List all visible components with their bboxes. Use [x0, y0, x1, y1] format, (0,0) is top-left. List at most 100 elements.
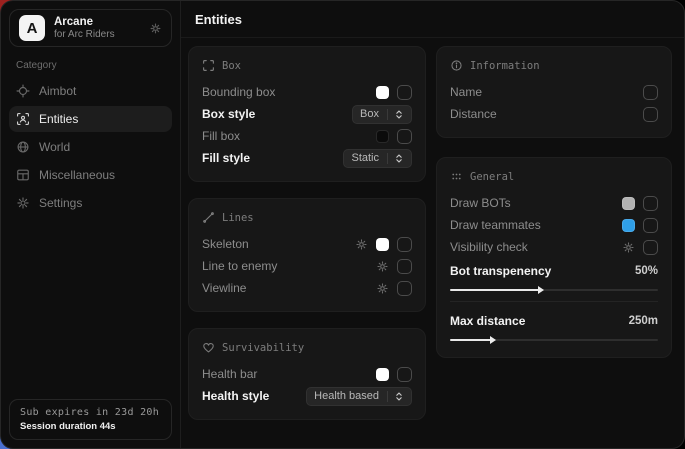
health-style-dropdown[interactable]: Health based [306, 387, 412, 406]
sub-expiry-text: Sub expires in 23d 20h [20, 407, 161, 418]
name-checkbox[interactable] [643, 85, 658, 100]
setting-label: Health bar [202, 367, 257, 381]
viewline-checkbox[interactable] [397, 281, 412, 296]
left-column: Box Bounding box Box style Box [188, 46, 426, 440]
fill-style-dropdown[interactable]: Static [343, 149, 412, 168]
setting-label: Bounding box [202, 85, 275, 99]
table-icon [16, 168, 30, 182]
sidebar-item-miscellaneous[interactable]: Miscellaneous [9, 162, 172, 188]
setting-row-skeleton: Skeleton [202, 233, 412, 255]
brand-card: A Arcane for Arc Riders [9, 9, 172, 47]
sidebar: A Arcane for Arc Riders Category [1, 1, 181, 448]
visibility-check-settings-gear-icon[interactable] [622, 241, 635, 254]
main-content: Box Bounding box Box style Box [181, 38, 684, 448]
setting-label: Viewline [202, 281, 246, 295]
setting-row-visibility-check: Visibility check [450, 236, 658, 258]
gear-icon [16, 196, 30, 210]
brand-settings-icon[interactable] [149, 22, 162, 35]
setting-row-draw-bots: Draw BOTs [450, 192, 658, 214]
page-title: Entities [195, 12, 242, 27]
setting-label: Draw teammates [450, 218, 541, 232]
slider-fill [450, 339, 494, 341]
setting-label: Health style [202, 389, 269, 403]
sidebar-item-entities[interactable]: Entities [9, 106, 172, 132]
sidebar-item-label: Aimbot [39, 84, 76, 98]
dropdown-value: Health based [314, 390, 379, 402]
distance-checkbox[interactable] [643, 107, 658, 122]
box-section-header: Box [202, 59, 412, 72]
fill-box-checkbox[interactable] [397, 129, 412, 144]
setting-label: Visibility check [450, 240, 528, 254]
slider-fill [450, 289, 542, 291]
color-swatch[interactable] [376, 86, 389, 99]
box-style-dropdown[interactable]: Box [352, 105, 412, 124]
color-swatch[interactable] [622, 219, 635, 232]
slider-label-row: Bot transpenency 50% [450, 260, 658, 282]
slider-value: 50% [635, 265, 658, 277]
bot-transparency-slider[interactable] [450, 289, 658, 291]
general-section-header: General [450, 170, 658, 183]
sidebar-item-aimbot[interactable]: Aimbot [9, 78, 172, 104]
app-window: A Arcane for Arc Riders Category [0, 0, 685, 449]
lines-section-header: Lines [202, 211, 412, 224]
draw-teammates-checkbox[interactable] [643, 218, 658, 233]
right-column: Information Name Distance [436, 46, 672, 440]
dropdown-value: Box [360, 108, 379, 120]
color-swatch[interactable] [376, 368, 389, 381]
main-panel: Entities Box Bounding box [181, 1, 684, 448]
entities-scan-icon [16, 112, 30, 126]
survivability-section-header: Survivability [202, 341, 412, 354]
setting-label: Distance [450, 107, 497, 121]
viewline-settings-gear-icon[interactable] [376, 282, 389, 295]
skeleton-checkbox[interactable] [397, 237, 412, 252]
health-bar-checkbox[interactable] [397, 367, 412, 382]
color-swatch[interactable] [622, 197, 635, 210]
dots-grid-icon [450, 170, 463, 183]
line-to-enemy-settings-gear-icon[interactable] [376, 260, 389, 273]
box-corners-icon [202, 59, 215, 72]
draw-bots-checkbox[interactable] [643, 196, 658, 211]
chevron-updown-icon [387, 109, 404, 120]
general-section: General Draw BOTs Draw teammates [436, 157, 672, 358]
color-swatch[interactable] [376, 130, 389, 143]
bot-transparency-group: Bot transpenency 50% [450, 260, 658, 291]
divider [450, 301, 658, 302]
brand-name: Arcane [54, 16, 140, 29]
dropdown-value: Static [351, 152, 379, 164]
info-icon [450, 59, 463, 72]
setting-row-fill-style: Fill style Static [202, 147, 412, 169]
setting-label: Name [450, 85, 482, 99]
bounding-box-checkbox[interactable] [397, 85, 412, 100]
setting-row-distance: Distance [450, 103, 658, 125]
visibility-check-checkbox[interactable] [643, 240, 658, 255]
heart-icon [202, 341, 215, 354]
setting-row-line-to-enemy: Line to enemy [202, 255, 412, 277]
setting-row-health-bar: Health bar [202, 363, 412, 385]
sidebar-item-label: Miscellaneous [39, 168, 115, 182]
setting-label: Skeleton [202, 237, 249, 251]
session-duration-text: Session duration 44s [20, 421, 161, 432]
section-title: General [470, 171, 514, 183]
max-distance-slider[interactable] [450, 339, 658, 341]
brand-text: Arcane for Arc Riders [54, 16, 140, 41]
sidebar-item-label: Entities [39, 112, 78, 126]
sidebar-item-settings[interactable]: Settings [9, 190, 172, 216]
color-swatch[interactable] [376, 238, 389, 251]
setting-row-fill-box: Fill box [202, 125, 412, 147]
chevron-updown-icon [387, 391, 404, 402]
setting-row-draw-teammates: Draw teammates [450, 214, 658, 236]
setting-label: Fill box [202, 129, 240, 143]
skeleton-settings-gear-icon[interactable] [355, 238, 368, 251]
section-title: Lines [222, 212, 254, 224]
chevron-updown-icon [387, 153, 404, 164]
crosshair-icon [16, 84, 30, 98]
sidebar-item-label: World [39, 140, 70, 154]
setting-label: Bot transpenency [450, 264, 551, 278]
setting-label: Draw BOTs [450, 196, 511, 210]
sidebar-item-world[interactable]: World [9, 134, 172, 160]
section-title: Survivability [222, 342, 304, 354]
main-header: Entities [181, 1, 684, 38]
setting-row-name: Name [450, 81, 658, 103]
line-to-enemy-checkbox[interactable] [397, 259, 412, 274]
setting-label: Max distance [450, 314, 525, 328]
